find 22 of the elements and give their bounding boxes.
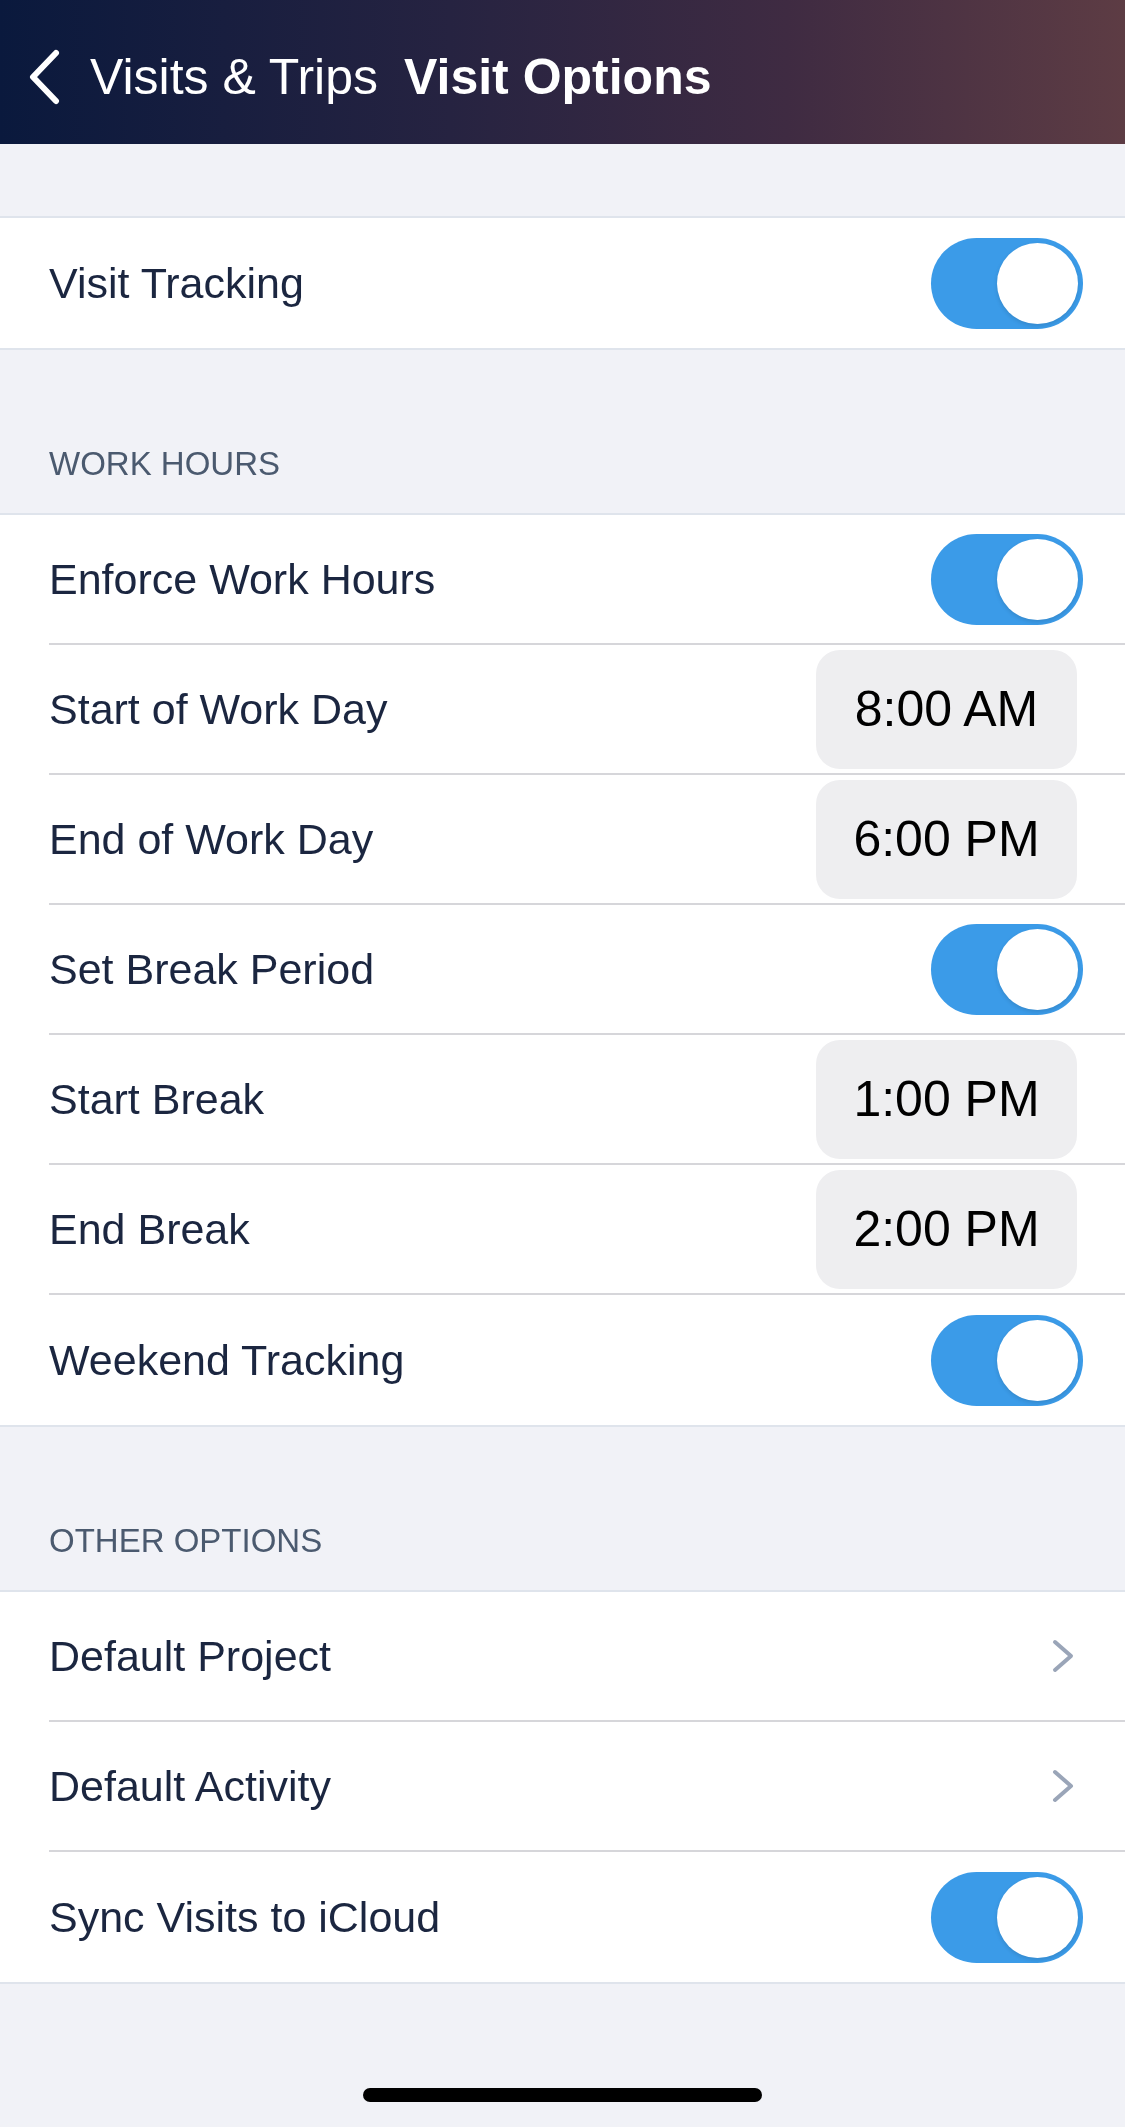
setting-label: End of Work Day: [49, 814, 375, 864]
list-item[interactable]: Default Project: [49, 1592, 1125, 1722]
setting-label: Start Break: [49, 1074, 266, 1124]
list-item[interactable]: Default Activity: [49, 1722, 1125, 1852]
back-button[interactable]: Visits & Trips: [28, 47, 379, 107]
setting-label: Weekend Tracking: [49, 1335, 406, 1385]
time-button[interactable]: 8:00 AM: [816, 649, 1077, 769]
setting-label: Start of Work Day: [49, 684, 389, 734]
back-icon: [28, 49, 60, 105]
time-button[interactable]: 1:00 PM: [816, 1039, 1077, 1159]
section-header: OTHER OPTIONS: [48, 1521, 324, 1561]
chevron-icon: [1051, 1768, 1075, 1804]
setting-label: Enforce Work Hours: [49, 554, 437, 604]
chevron-icon: [1051, 1638, 1075, 1674]
setting-label: Sync Visits to iCloud: [49, 1892, 442, 1942]
setting-label: End Break: [49, 1204, 251, 1254]
nav-title: Visit Options: [404, 48, 712, 107]
time-button[interactable]: 2:00 PM: [816, 1169, 1077, 1289]
setting-label: Visit Tracking: [49, 258, 305, 308]
setting-label: Set Break Period: [49, 944, 376, 994]
section-header: WORK HOURS: [48, 444, 281, 484]
time-button[interactable]: 6:00 PM: [816, 779, 1077, 899]
